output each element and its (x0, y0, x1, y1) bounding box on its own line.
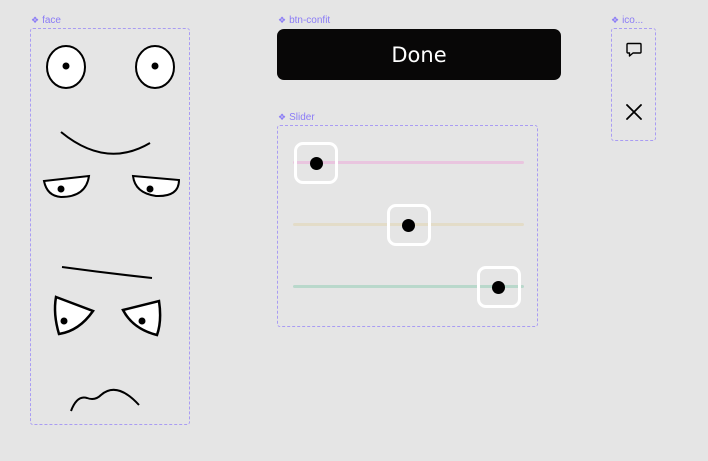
comment-icon-glyph (625, 42, 642, 57)
close-icon[interactable] (612, 103, 655, 121)
slider-thumb-3[interactable] (476, 266, 521, 308)
slider-component-label[interactable]: ❖ Slider (278, 111, 315, 124)
eyes-neutral (46, 45, 175, 89)
mouth-smile (60, 131, 151, 155)
slider-thumb-dot (309, 156, 323, 170)
slider-thumb-dot (492, 280, 506, 294)
face-component-frame[interactable] (30, 28, 190, 425)
close-icon-glyph (625, 104, 642, 120)
button-component-label[interactable]: ❖ btn-confit (278, 14, 330, 27)
component-icon: ❖ (611, 15, 620, 25)
eyes-sleepy (42, 174, 181, 199)
done-button-label: Done (391, 42, 447, 67)
icons-component-frame[interactable] (611, 28, 656, 141)
mouth-wobbly (70, 388, 140, 412)
face-component-label[interactable]: ❖ face (31, 14, 61, 27)
slider-component-frame[interactable] (277, 125, 538, 327)
eyes-angry (53, 295, 162, 337)
slider-thumb-dot (402, 218, 415, 232)
comment-icon[interactable] (612, 41, 655, 59)
icons-component-label[interactable]: ❖ ico... (611, 14, 643, 27)
component-icon: ❖ (31, 15, 40, 25)
mouth-flat (61, 266, 153, 279)
component-icon: ❖ (278, 112, 287, 122)
component-icon: ❖ (278, 15, 287, 25)
face-illustration (42, 45, 181, 412)
slider-thumb-1[interactable] (294, 142, 339, 184)
slider-thumb-2[interactable] (386, 204, 431, 246)
done-button[interactable]: Done (277, 29, 561, 80)
